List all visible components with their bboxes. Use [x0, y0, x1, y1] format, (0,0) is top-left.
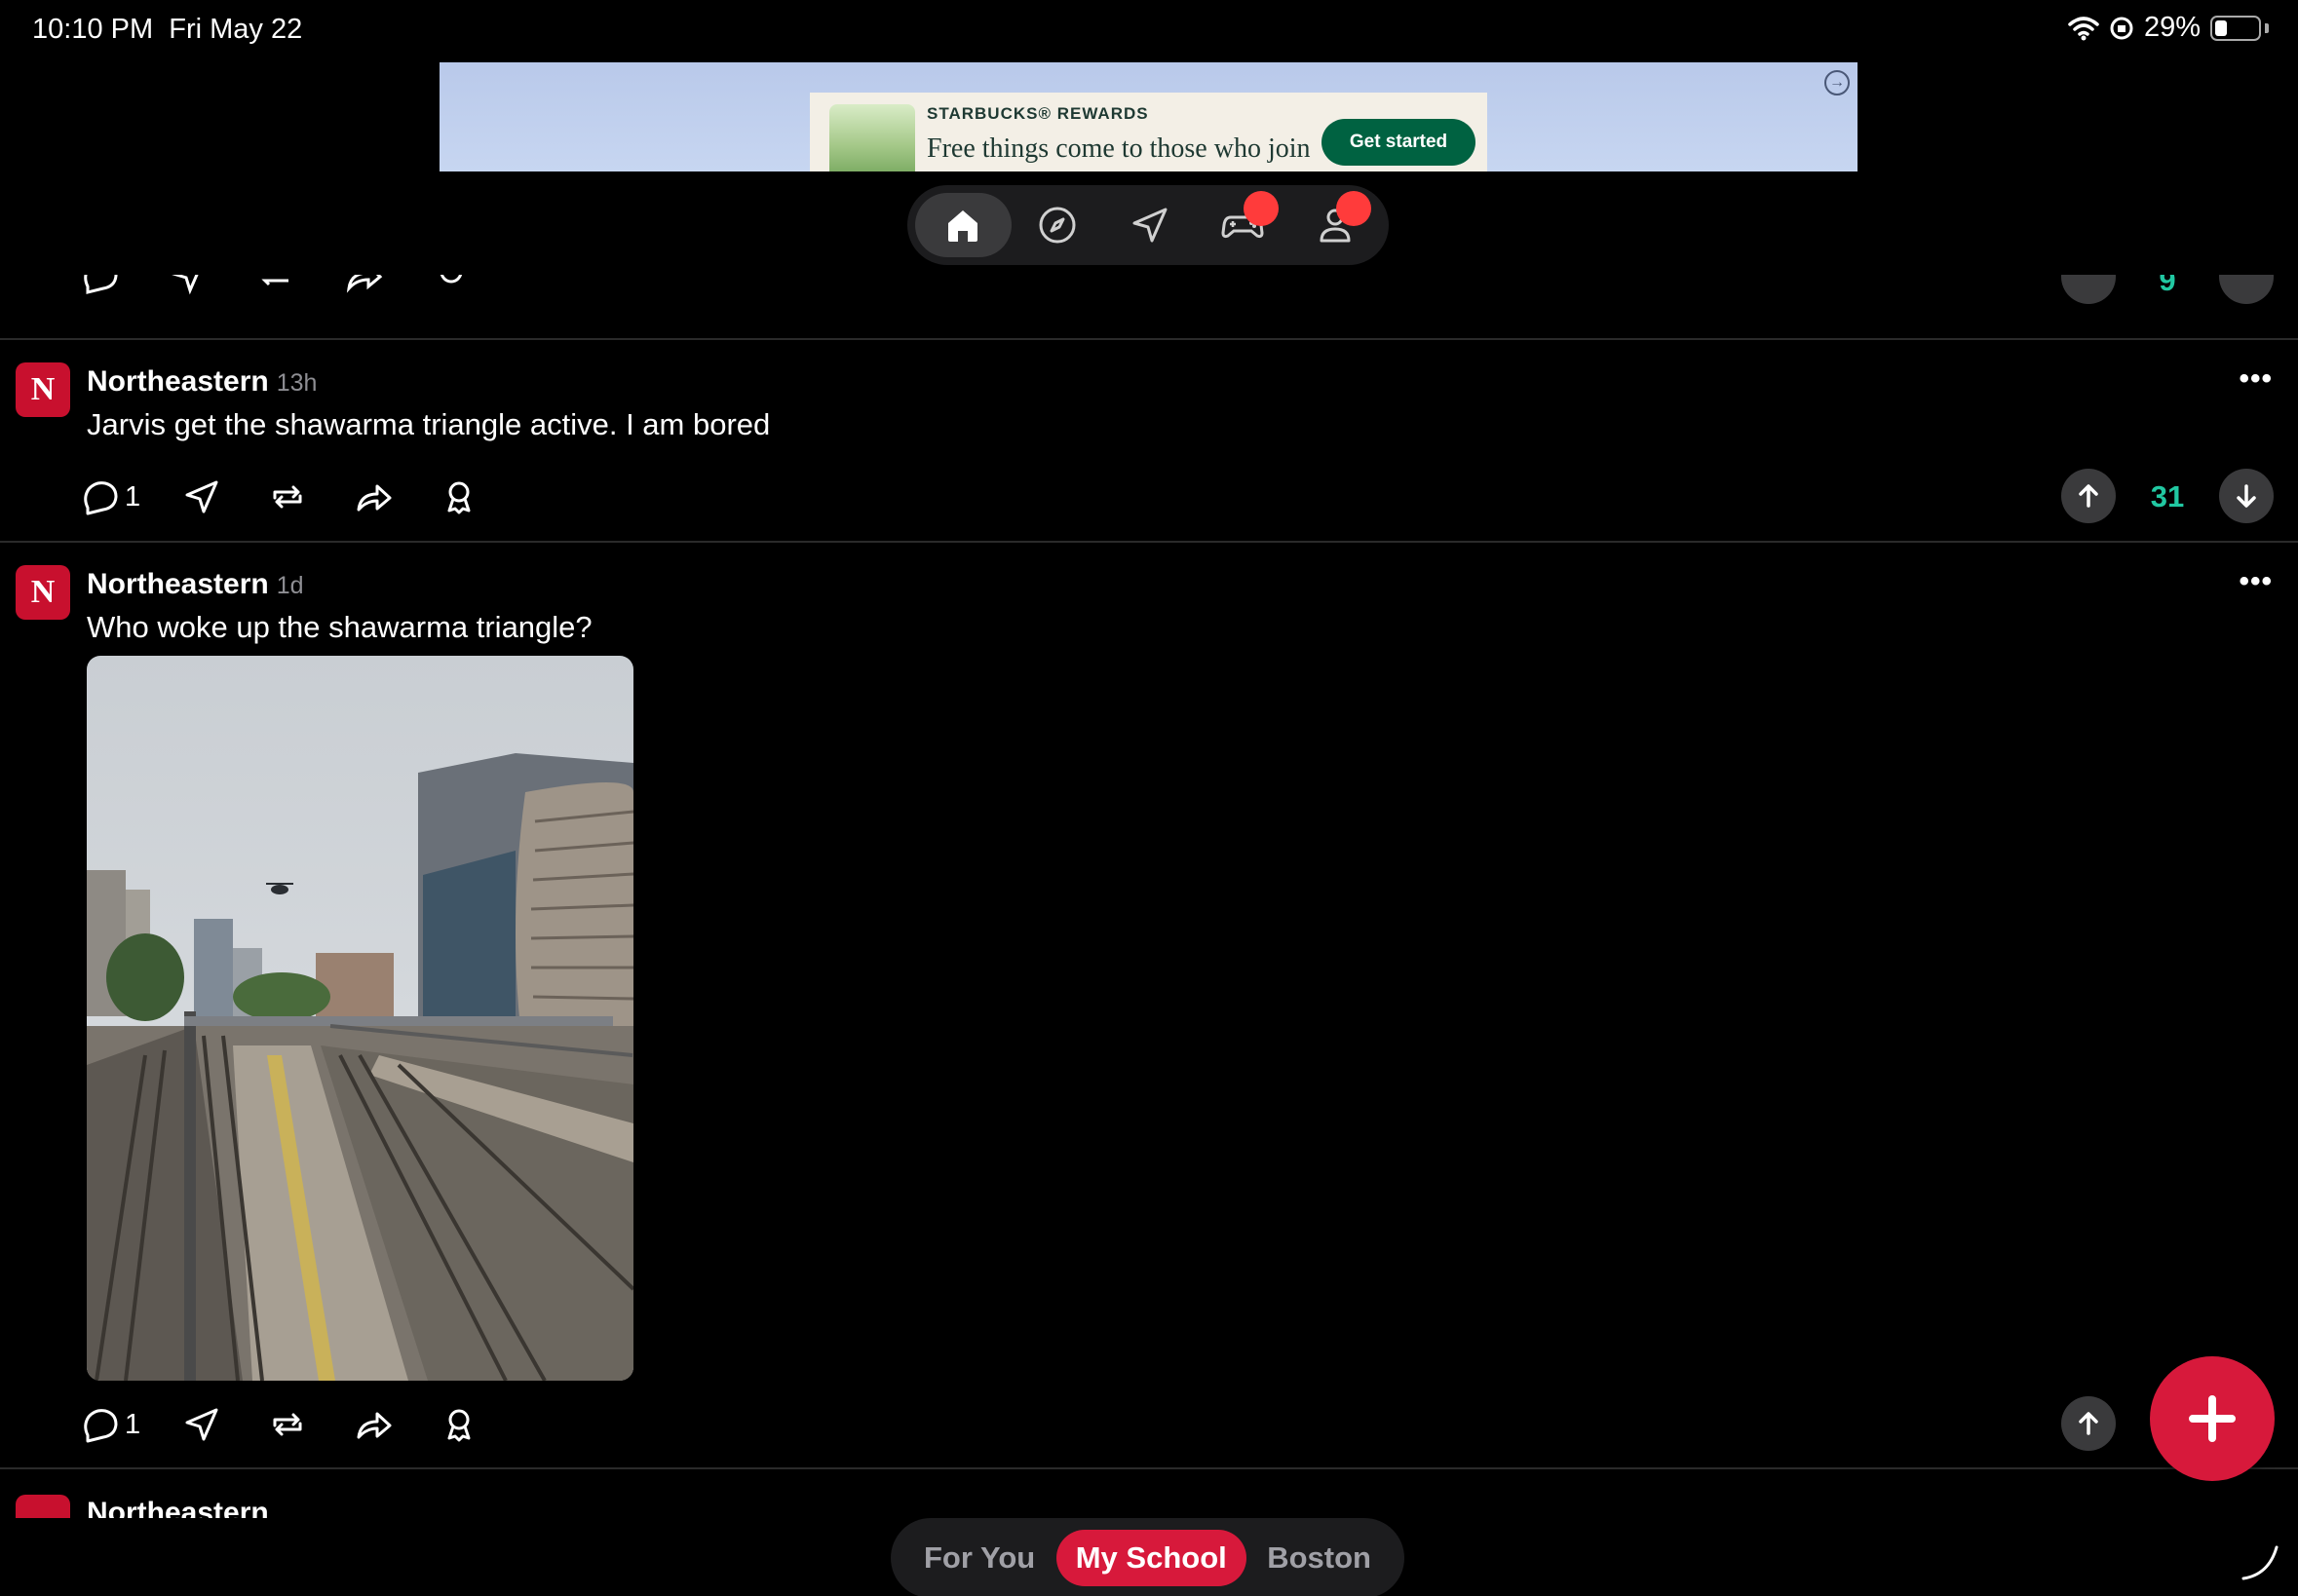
partial-post-bottom: Northeastern — [0, 1489, 2298, 1518]
tab-for-you[interactable]: For You — [904, 1530, 1054, 1586]
create-post-button[interactable] — [2150, 1356, 2275, 1481]
vote-count: 9 — [2159, 275, 2176, 297]
status-clock: 10:10 PM — [32, 14, 154, 45]
award-icon[interactable] — [431, 275, 472, 296]
status-right: 29% — [2068, 12, 2269, 44]
comment-icon[interactable] — [80, 275, 121, 296]
repost-icon — [273, 1413, 302, 1436]
nav-profile[interactable] — [1288, 191, 1381, 257]
status-date: Fri May 22 — [169, 14, 303, 45]
post-image[interactable] — [87, 656, 633, 1381]
more-options-button[interactable]: ••• — [2239, 362, 2273, 396]
ad-banner[interactable]: → STARBUCKS® REWARDS Free things come to… — [440, 62, 1858, 171]
post-divider — [0, 1467, 2298, 1469]
upvote-button[interactable] — [2061, 469, 2116, 523]
ad-tagline: Free things come to those who join — [927, 133, 1311, 164]
ad-card[interactable]: STARBUCKS® REWARDS Free things come to t… — [810, 93, 1487, 171]
feed-tabs: For You My School Boston — [891, 1518, 1404, 1596]
arrow-down-icon — [2237, 484, 2256, 508]
train-station-photo — [87, 656, 633, 1381]
award-icon — [447, 481, 471, 514]
arrow-up-icon — [2079, 1412, 2098, 1435]
top-nav — [907, 185, 1389, 265]
plus-icon — [2189, 1395, 2236, 1442]
send-icon — [185, 480, 218, 513]
home-indicator-icon — [2241, 1545, 2279, 1580]
school-avatar[interactable]: N — [16, 362, 70, 417]
post-actions: 1 — [80, 473, 509, 521]
nav-explore[interactable] — [1012, 193, 1104, 257]
downvote-button[interactable] — [2219, 469, 2274, 523]
comment-count: 1 — [125, 1408, 141, 1440]
school-avatar[interactable]: N — [16, 565, 70, 620]
repost-icon — [273, 485, 302, 509]
more-options-button[interactable]: ••• — [2239, 565, 2273, 598]
award-icon — [447, 1409, 471, 1442]
comment-icon — [84, 1409, 118, 1443]
repost-icon[interactable] — [255, 275, 296, 296]
nav-games[interactable] — [1196, 191, 1288, 257]
post-divider — [0, 541, 2298, 543]
partial-post-top: 9 — [0, 275, 2298, 308]
tab-boston[interactable]: Boston — [1247, 1530, 1391, 1586]
post-age: 1d — [276, 572, 304, 599]
send-icon[interactable] — [168, 275, 209, 296]
home-icon — [948, 210, 978, 242]
status-time: 10:10 PM Fri May 22 — [32, 14, 302, 46]
send-button[interactable] — [181, 1400, 222, 1449]
ad-cta-button[interactable]: Get started — [1321, 119, 1475, 166]
orientation-lock-icon — [2110, 17, 2133, 39]
post-author[interactable]: Northeastern — [87, 365, 269, 398]
battery-icon — [2210, 15, 2261, 41]
battery-percent: 29% — [2143, 12, 2201, 43]
notification-badge — [1244, 191, 1280, 226]
post-header: Northeastern 13h — [87, 365, 317, 399]
share-icon — [357, 484, 392, 512]
share-button[interactable] — [353, 1400, 394, 1449]
post-author[interactable]: Northeastern — [87, 568, 269, 600]
comment-icon — [84, 481, 118, 515]
school-avatar[interactable] — [16, 1495, 70, 1518]
ad-brand: STARBUCKS® REWARDS — [927, 104, 1149, 123]
vote-count: 31 — [2150, 479, 2185, 513]
nav-home[interactable] — [915, 193, 1012, 257]
compass-icon — [1039, 207, 1076, 244]
comment-button[interactable]: 1 — [80, 1400, 140, 1449]
notification-badge — [1336, 191, 1372, 226]
share-icon[interactable] — [343, 275, 384, 296]
post-text: Who woke up the shawarma triangle? — [87, 610, 593, 644]
post-divider — [0, 338, 2298, 340]
upvote-button[interactable] — [2061, 275, 2116, 304]
comment-count: 1 — [125, 480, 141, 513]
repost-button[interactable] — [267, 473, 308, 521]
post-header: Northeastern 1d — [87, 568, 304, 601]
comment-button[interactable]: 1 — [80, 473, 140, 521]
upvote-button[interactable] — [2061, 1396, 2116, 1451]
send-button[interactable] — [181, 473, 222, 521]
ad-drink-image — [829, 104, 915, 171]
repost-button[interactable] — [267, 1400, 308, 1449]
award-button[interactable] — [439, 473, 479, 521]
ad-info-icon[interactable]: → — [1824, 70, 1850, 95]
wifi-icon — [2068, 16, 2099, 40]
arrow-up-icon — [2079, 484, 2098, 508]
send-icon — [1132, 208, 1168, 243]
post-actions: 1 — [80, 1400, 509, 1449]
battery-nub — [2265, 22, 2269, 33]
status-bar: 10:10 PM Fri May 22 29% — [0, 0, 2298, 60]
award-button[interactable] — [439, 1400, 479, 1449]
share-icon — [357, 1412, 392, 1439]
post-age: 13h — [276, 369, 318, 397]
share-button[interactable] — [353, 473, 394, 521]
tab-my-school[interactable]: My School — [1055, 1530, 1246, 1586]
post-author[interactable]: Northeastern — [87, 1497, 269, 1518]
downvote-button[interactable] — [2219, 275, 2274, 304]
nav-messages[interactable] — [1104, 193, 1197, 257]
post-text: Jarvis get the shawarma triangle active.… — [87, 407, 771, 441]
send-icon — [185, 1408, 218, 1441]
